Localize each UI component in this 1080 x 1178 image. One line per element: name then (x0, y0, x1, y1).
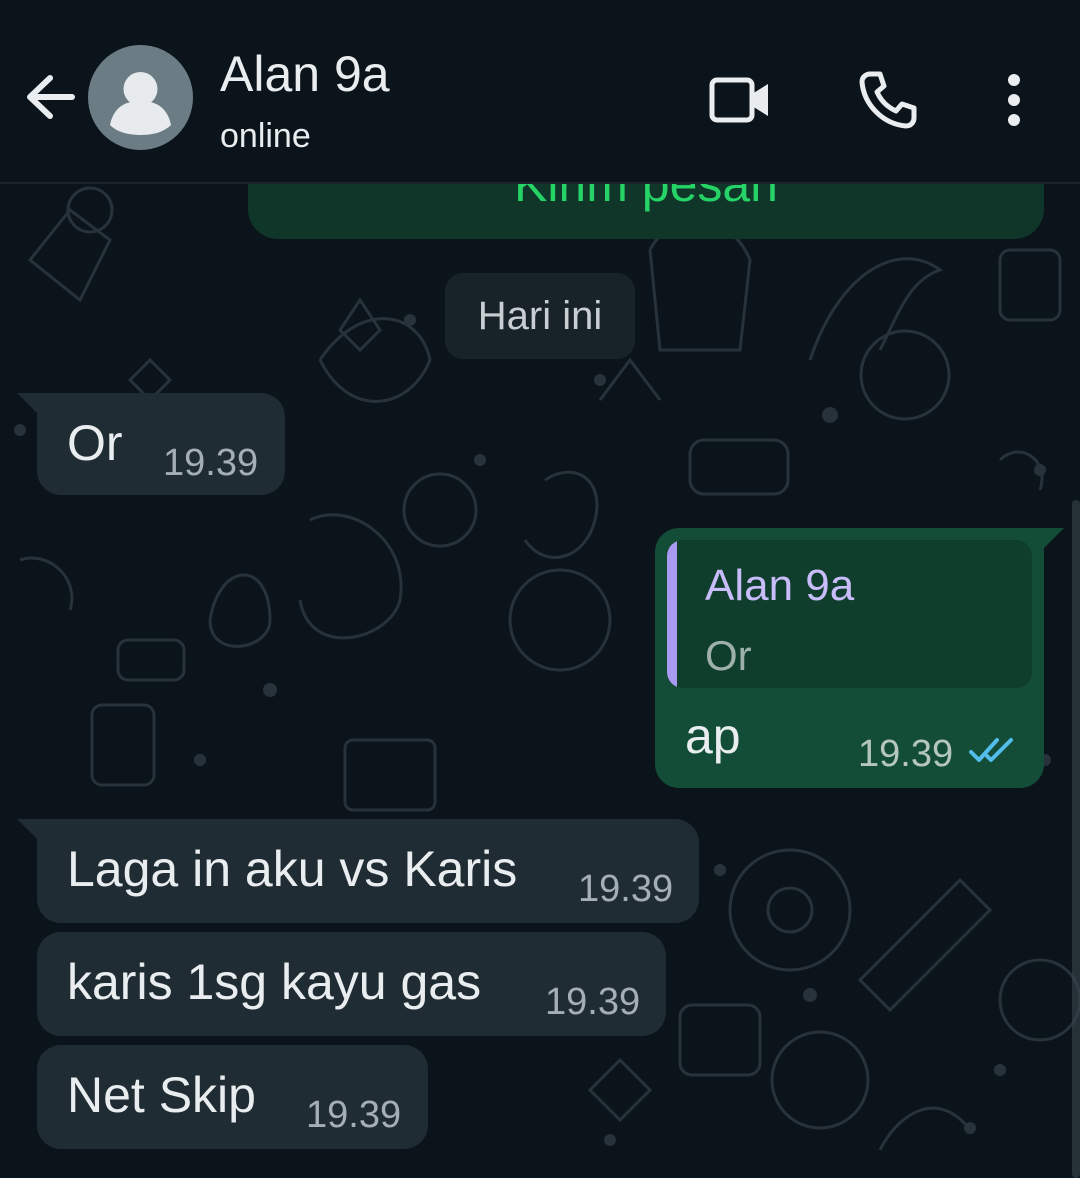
incoming-message[interactable]: Laga in aku vs Karis 19.39 (17, 819, 699, 923)
contact-status: online (220, 117, 311, 155)
chat-screen: Kirim pesan Alan 9a online Hari ini Or 1… (0, 0, 1080, 1178)
quoted-text: Or (705, 632, 752, 679)
incoming-message[interactable]: karis 1sg kayu gas 19.39 (37, 932, 666, 1036)
incoming-message[interactable]: Or 19.39 (17, 393, 285, 495)
message-time: 19.39 (578, 868, 674, 910)
message-time: 19.39 (306, 1094, 402, 1136)
chat-scrollbar[interactable] (1072, 500, 1080, 1178)
contact-name[interactable]: Alan 9a (220, 44, 390, 104)
back-arrow-icon[interactable] (20, 66, 82, 128)
quoted-message[interactable]: Alan 9a Or (667, 540, 1032, 688)
message-time: 19.39 (545, 981, 641, 1023)
message-time: 19.39 (163, 442, 259, 484)
date-chip: Hari ini (445, 273, 635, 359)
bubble-tail (1042, 528, 1064, 550)
bubble-tail (17, 393, 39, 415)
message-text: Or (67, 415, 123, 471)
outgoing-message[interactable]: Alan 9a Or ap 19.39 (655, 528, 1064, 788)
message-text: ap (685, 708, 741, 764)
person-icon (110, 72, 171, 135)
more-options-icon[interactable] (982, 68, 1046, 132)
video-camera-icon[interactable] (708, 68, 772, 132)
chat-header: Alan 9a online (0, 0, 1080, 184)
message-text: karis 1sg kayu gas (67, 954, 482, 1010)
message-text: Laga in aku vs Karis (67, 841, 518, 897)
bubble-tail (17, 819, 39, 841)
phone-icon[interactable] (856, 68, 920, 132)
contact-avatar[interactable] (88, 45, 193, 150)
quoted-sender: Alan 9a (705, 561, 855, 610)
message-text: Net Skip (67, 1067, 256, 1123)
incoming-message[interactable]: Net Skip 19.39 (37, 1045, 428, 1149)
double-check-icon (969, 738, 1013, 762)
message-time: 19.39 (858, 733, 954, 775)
quote-accent-bar (667, 540, 677, 688)
